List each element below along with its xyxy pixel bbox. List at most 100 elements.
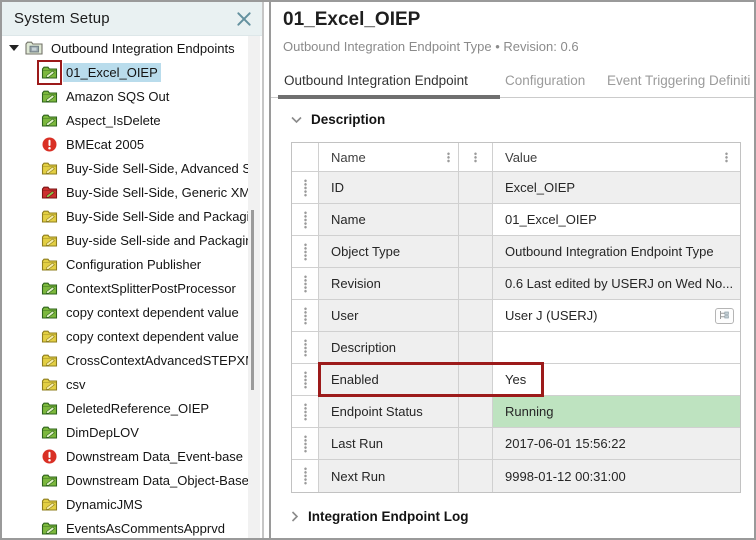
attribute-name-cell: Description (319, 332, 459, 364)
attribute-value-cell[interactable]: 2017-06-01 15:56:22 (493, 428, 740, 460)
sidebar-header: System Setup (2, 2, 262, 36)
attribute-name-cell: User (319, 300, 459, 332)
tree-item[interactable]: copy context dependent value (2, 300, 248, 324)
oiep-inactive-icon (41, 232, 58, 249)
tabstrip: Outbound Integration Endpoint Configurat… (271, 62, 754, 98)
column-menu-icon[interactable] (447, 152, 450, 163)
column-menu-icon[interactable] (725, 152, 728, 163)
attribute-value-cell[interactable]: 0.6 Last edited by USERJ on Wed No... (493, 268, 740, 300)
tree-item-label: EventsAsCommentsApprvd (63, 519, 228, 538)
table-row: Description (292, 332, 740, 364)
attribute-name-cell: Last Run (319, 428, 459, 460)
description-table: Name Value ID Excel_OIEP (291, 142, 741, 493)
oiep-active-icon (41, 280, 58, 297)
attribute-value-cell[interactable]: 01_Excel_OIEP (493, 204, 740, 236)
table-row: Enabled Yes (292, 364, 740, 396)
attribute-value-cell[interactable]: Running (493, 396, 740, 428)
value-column-header: Value (493, 143, 740, 172)
tree-scrollbar-thumb[interactable] (251, 210, 254, 390)
row-drag-handle[interactable] (292, 460, 319, 492)
tree-item[interactable]: BMEcat 2005 (2, 132, 248, 156)
tree-item[interactable]: copy context dependent value (2, 324, 248, 348)
close-icon[interactable] (236, 11, 252, 27)
tree-item[interactable]: DimDepLOV (2, 420, 248, 444)
tree-scrollbar-track[interactable] (248, 36, 260, 538)
tree-item[interactable]: Buy-Side Sell-Side, Advanced S (2, 156, 248, 180)
table-row: Last Run 2017-06-01 15:56:22 (292, 428, 740, 460)
row-drag-handle[interactable] (292, 300, 319, 332)
row-drag-handle[interactable] (292, 364, 319, 396)
tree-item-label: Downstream Data_Event-base (63, 447, 246, 466)
attribute-value-cell[interactable]: Yes (493, 364, 740, 396)
column-menu-icon[interactable] (474, 152, 477, 163)
description-section-header[interactable]: Description (291, 112, 385, 127)
tree-item[interactable]: CrossContextAdvancedSTEPXM (2, 348, 248, 372)
row-drag-handle[interactable] (292, 236, 319, 268)
attribute-name-cell: Revision (319, 268, 459, 300)
attribute-value-cell[interactable]: 9998-01-12 00:31:00 (493, 460, 740, 492)
row-drag-handle[interactable] (292, 204, 319, 236)
endpoint-detail-panel: 01_Excel_OIEP Outbound Integration Endpo… (271, 2, 754, 538)
row-drag-handle[interactable] (292, 332, 319, 364)
page-subtitle: Outbound Integration Endpoint Type • Rev… (283, 39, 579, 54)
attribute-name-cell: Enabled (319, 364, 459, 396)
application-window: System Setup Outbound Integration Endpoi… (0, 0, 756, 540)
tree-item[interactable]: Buy-Side Sell-Side, Generic XML (2, 180, 248, 204)
row-drag-handle[interactable] (292, 268, 319, 300)
row-drag-handle[interactable] (292, 172, 319, 204)
sidebar-title: System Setup (14, 10, 110, 27)
log-section-header[interactable]: Integration Endpoint Log (291, 509, 468, 524)
oiep-inactive-icon (41, 496, 58, 513)
tree-item-label: copy context dependent value (63, 303, 242, 322)
tree-item[interactable]: ContextSplitterPostProcessor (2, 276, 248, 300)
tab-configuration[interactable]: Configuration (505, 62, 585, 98)
table-row: ID Excel_OIEP (292, 172, 740, 204)
tree-item-label: Amazon SQS Out (63, 87, 172, 106)
tree-item[interactable]: DeletedReference_OIEP (2, 396, 248, 420)
oiep-active-icon (41, 424, 58, 441)
hierarchy-picker-icon[interactable] (715, 308, 734, 324)
tab-event-triggering-definitions[interactable]: Event Triggering Definiti (607, 62, 750, 98)
table-row: Name 01_Excel_OIEP (292, 204, 740, 236)
tab-outbound-integration-endpoint[interactable]: Outbound Integration Endpoint (278, 62, 500, 98)
row-drag-handle[interactable] (292, 396, 319, 428)
tree-item[interactable]: Aspect_IsDelete (2, 108, 248, 132)
tree-item[interactable]: Buy-Side Sell-Side and Packagin (2, 204, 248, 228)
tree-item-label: DynamicJMS (63, 495, 146, 514)
system-setup-tree: Outbound Integration Endpoints 01_Excel_… (2, 36, 248, 538)
tree-item-label: ContextSplitterPostProcessor (63, 279, 239, 298)
table-rows: ID Excel_OIEP Name 01_Excel_OIEP (292, 172, 740, 492)
expander-caret-icon[interactable] (9, 45, 19, 51)
row-drag-handle[interactable] (292, 428, 319, 460)
tree-item-label: Downstream Data_Object-Base (63, 471, 248, 490)
attribute-name-cell: Endpoint Status (319, 396, 459, 428)
tree-item[interactable]: 01_Excel_OIEP (2, 60, 248, 84)
panel-splitter[interactable] (262, 2, 271, 538)
tree-item-label: 01_Excel_OIEP (63, 63, 161, 82)
oiep-active-icon (41, 400, 58, 417)
table-row: Endpoint Status Running (292, 396, 740, 428)
tree-item[interactable]: Amazon SQS Out (2, 84, 248, 108)
tree-item[interactable]: csv (2, 372, 248, 396)
tree-item[interactable]: Buy-side Sell-side and Packagin (2, 228, 248, 252)
oiep-active-icon (41, 88, 58, 105)
endpoint-group-icon (25, 40, 43, 56)
attribute-value-cell[interactable] (493, 332, 740, 364)
tree-root-node[interactable]: Outbound Integration Endpoints (2, 36, 248, 60)
oiep-inactive-icon (41, 208, 58, 225)
table-row: Object Type Outbound Integration Endpoin… (292, 236, 740, 268)
attribute-value-cell[interactable]: Excel_OIEP (493, 172, 740, 204)
oiep-error-icon (41, 448, 58, 465)
tree-item[interactable]: EventsAsCommentsApprvd (2, 516, 248, 538)
tree-item[interactable]: Downstream Data_Object-Base (2, 468, 248, 492)
tree-item[interactable]: Configuration Publisher (2, 252, 248, 276)
oiep-invalid-icon (41, 184, 58, 201)
oiep-error-icon (41, 136, 58, 153)
attribute-value-cell[interactable]: User J (USERJ) (493, 300, 740, 332)
attribute-value-cell[interactable]: Outbound Integration Endpoint Type (493, 236, 740, 268)
tree-item[interactable]: DynamicJMS (2, 492, 248, 516)
tree-item[interactable]: Downstream Data_Event-base (2, 444, 248, 468)
chevron-right-icon (291, 511, 299, 522)
tree-item-label: copy context dependent value (63, 327, 242, 346)
table-header-row: Name Value (292, 143, 740, 172)
